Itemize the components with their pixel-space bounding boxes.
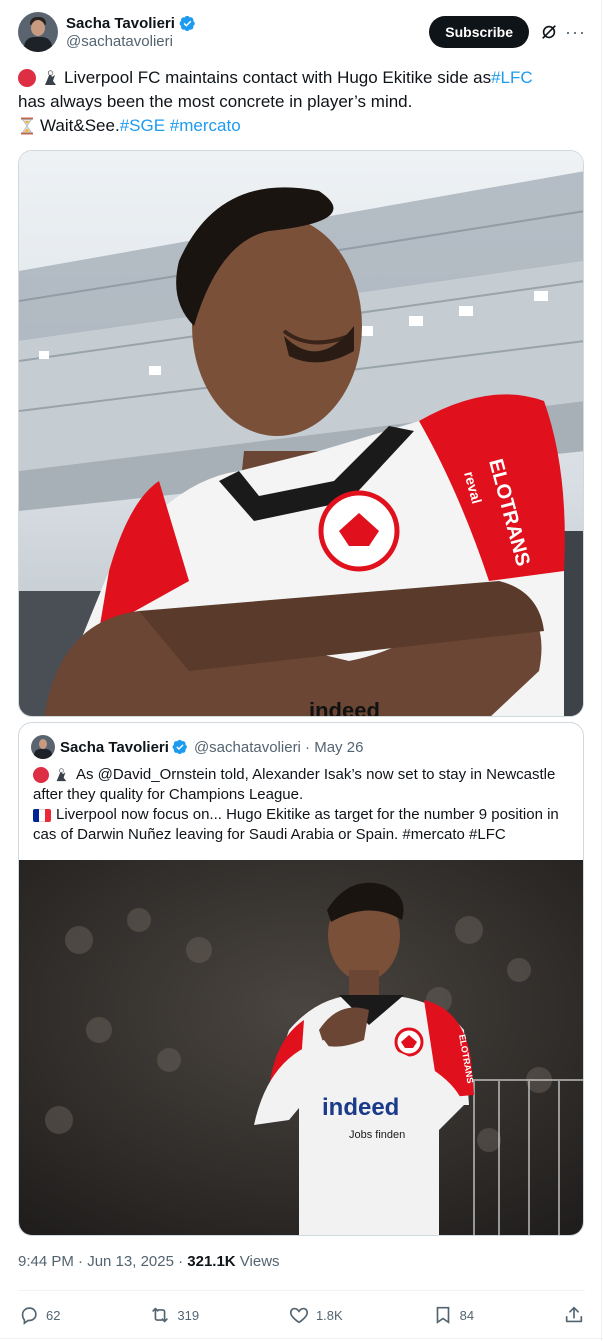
quote-line3: Liverpool now focus on... Hugo Ekitike a…: [56, 806, 559, 823]
avatar[interactable]: [18, 12, 58, 52]
france-flag-icon: [33, 808, 51, 822]
quote-handle-date[interactable]: @sachatavolieri · May 26: [194, 739, 363, 756]
more-icon[interactable]: ···: [565, 22, 585, 43]
hashtag-lfc[interactable]: #LFC: [491, 66, 533, 90]
quote-tweet[interactable]: Sacha Tavolieri @sachatavolieri · May 26…: [18, 722, 584, 1236]
quote-line1: As @David_Ornstein told, Alexander Isak’…: [76, 766, 556, 783]
bookmark-button[interactable]: 84: [432, 1304, 474, 1326]
tweet-photo[interactable]: ELOTRANS reval indeed: [18, 150, 584, 717]
verified-badge-icon: [179, 15, 195, 31]
author-handle[interactable]: @sachatavolieri: [66, 33, 196, 50]
quote-photo[interactable]: indeed Jobs finden ELOTRANS: [19, 860, 583, 1235]
user-info: Sacha Tavolieri @sachatavolieri: [66, 15, 196, 50]
quote-shirt-sponsor-sub: Jobs finden: [349, 1129, 405, 1141]
red-circle-icon: [33, 767, 49, 783]
tweet-line3-text: Wait&See.: [40, 116, 120, 135]
heart-icon: [289, 1307, 309, 1324]
quote-body: As @David_Ornstein told, Alexander Isak’…: [33, 765, 571, 845]
red-circle-icon: [18, 69, 36, 87]
reply-button[interactable]: 62: [18, 1304, 60, 1326]
like-count: 1.8K: [315, 1307, 343, 1323]
share-icon: [565, 1306, 583, 1323]
reply-icon: [21, 1307, 37, 1325]
tweet-meta: 9:44 PM · Jun 13, 2025 · 321.1K Views: [18, 1253, 280, 1270]
grok-icon[interactable]: [539, 22, 559, 42]
shirt-sponsor: indeed: [309, 698, 380, 717]
repost-count: 319: [177, 1307, 200, 1323]
author-name[interactable]: Sacha Tavolieri: [66, 15, 175, 32]
subscribe-button[interactable]: Subscribe: [429, 16, 529, 48]
quote-line2: after they quality for Champions League.: [33, 786, 304, 803]
quote-line4: cas of Darwin Nuñez leaving for Saudi Ar…: [33, 826, 506, 843]
verified-badge-icon: [172, 739, 187, 755]
hashtag-sge[interactable]: #SGE: [120, 114, 165, 138]
tweet-line2-text: has always been the most concrete in pla…: [18, 92, 413, 111]
views-label: Views: [235, 1253, 280, 1270]
repost-button[interactable]: 319: [149, 1304, 199, 1326]
bookmark-count: 84: [459, 1307, 475, 1323]
reply-count: 62: [46, 1307, 61, 1323]
bookmark-icon: [436, 1306, 449, 1324]
divider: [18, 1290, 585, 1291]
like-button[interactable]: 1.8K: [288, 1304, 343, 1326]
hourglass-icon: [21, 117, 33, 135]
quote-shirt-sponsor: indeed: [322, 1094, 399, 1121]
quote-avatar[interactable]: [31, 735, 55, 759]
frame-border: [601, 0, 602, 1341]
tweet-header: Sacha Tavolieri @sachatavolieri Subscrib…: [18, 10, 585, 54]
tweet-line1-text: Liverpool FC maintains contact with Hugo…: [64, 68, 492, 87]
hashtag-mercato[interactable]: #mercato: [170, 114, 241, 138]
tweet-body: Liverpool FC maintains contact with Hugo…: [18, 66, 585, 138]
quote-header: Sacha Tavolieri @sachatavolieri · May 26: [31, 735, 571, 759]
eagle-icon: [56, 768, 67, 782]
share-button[interactable]: [563, 1304, 585, 1326]
tweet-timestamp[interactable]: 9:44 PM · Jun 13, 2025 ·: [18, 1253, 187, 1270]
action-bar: 62 319 1.8K 84: [18, 1300, 585, 1330]
bottom-border: [0, 1338, 603, 1339]
eagle-icon: [45, 70, 56, 85]
quote-author-name[interactable]: Sacha Tavolieri: [60, 739, 169, 756]
repost-icon: [152, 1307, 169, 1323]
views-count: 321.1K: [187, 1253, 236, 1270]
